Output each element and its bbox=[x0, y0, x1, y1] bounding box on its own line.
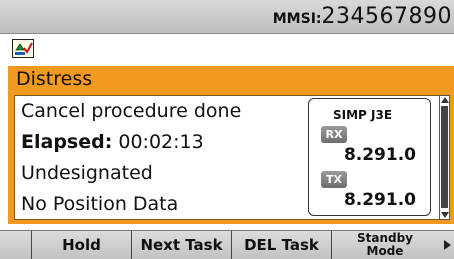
tx-badge: TX bbox=[321, 171, 347, 188]
channel-mode: SIMP J3E bbox=[333, 108, 393, 122]
elapsed-time: Elapsed: 00:02:13 bbox=[21, 131, 204, 153]
position-update-icon bbox=[12, 39, 34, 58]
scroll-thumb[interactable] bbox=[441, 106, 448, 208]
del-task-button[interactable]: DEL Task bbox=[232, 231, 332, 259]
status-row bbox=[0, 34, 454, 66]
radio-channel-box: SIMP J3E RX 8.291.0 TX 8.291.0 bbox=[308, 98, 431, 216]
rx-frequency: 8.291.0 bbox=[343, 145, 416, 165]
tx-frequency: 8.291.0 bbox=[343, 190, 416, 210]
standby-label-line2: Mode bbox=[366, 244, 404, 258]
scrollbar[interactable] bbox=[439, 95, 450, 220]
next-task-button[interactable]: Next Task bbox=[132, 231, 232, 259]
softkey-blank bbox=[0, 231, 32, 259]
scroll-up-icon[interactable] bbox=[441, 97, 449, 103]
mmsi-display: MMSI: 234567890 bbox=[273, 4, 452, 32]
dsc-screen: MMSI: 234567890 Distress Cancel procedur… bbox=[0, 0, 454, 259]
hold-button[interactable]: Hold bbox=[32, 231, 132, 259]
more-softkeys-icon[interactable] bbox=[444, 240, 451, 250]
rx-badge: RX bbox=[321, 126, 347, 143]
position-data: No Position Data bbox=[21, 193, 179, 215]
softkey-bar: Hold Next Task DEL Task Standby Mode bbox=[0, 230, 454, 259]
elapsed-value: 00:02:13 bbox=[118, 131, 204, 153]
panel-title: Distress bbox=[16, 68, 93, 90]
elapsed-label: Elapsed: bbox=[21, 131, 113, 153]
mmsi-value: 234567890 bbox=[321, 4, 452, 29]
nature-of-distress: Undesignated bbox=[21, 162, 153, 184]
procedure-status: Cancel procedure done bbox=[21, 100, 242, 122]
mmsi-label: MMSI: bbox=[272, 11, 322, 27]
standby-mode-button[interactable]: Standby Mode bbox=[332, 231, 438, 259]
scroll-down-icon[interactable] bbox=[441, 212, 449, 218]
top-bar: MMSI: 234567890 bbox=[0, 0, 454, 34]
